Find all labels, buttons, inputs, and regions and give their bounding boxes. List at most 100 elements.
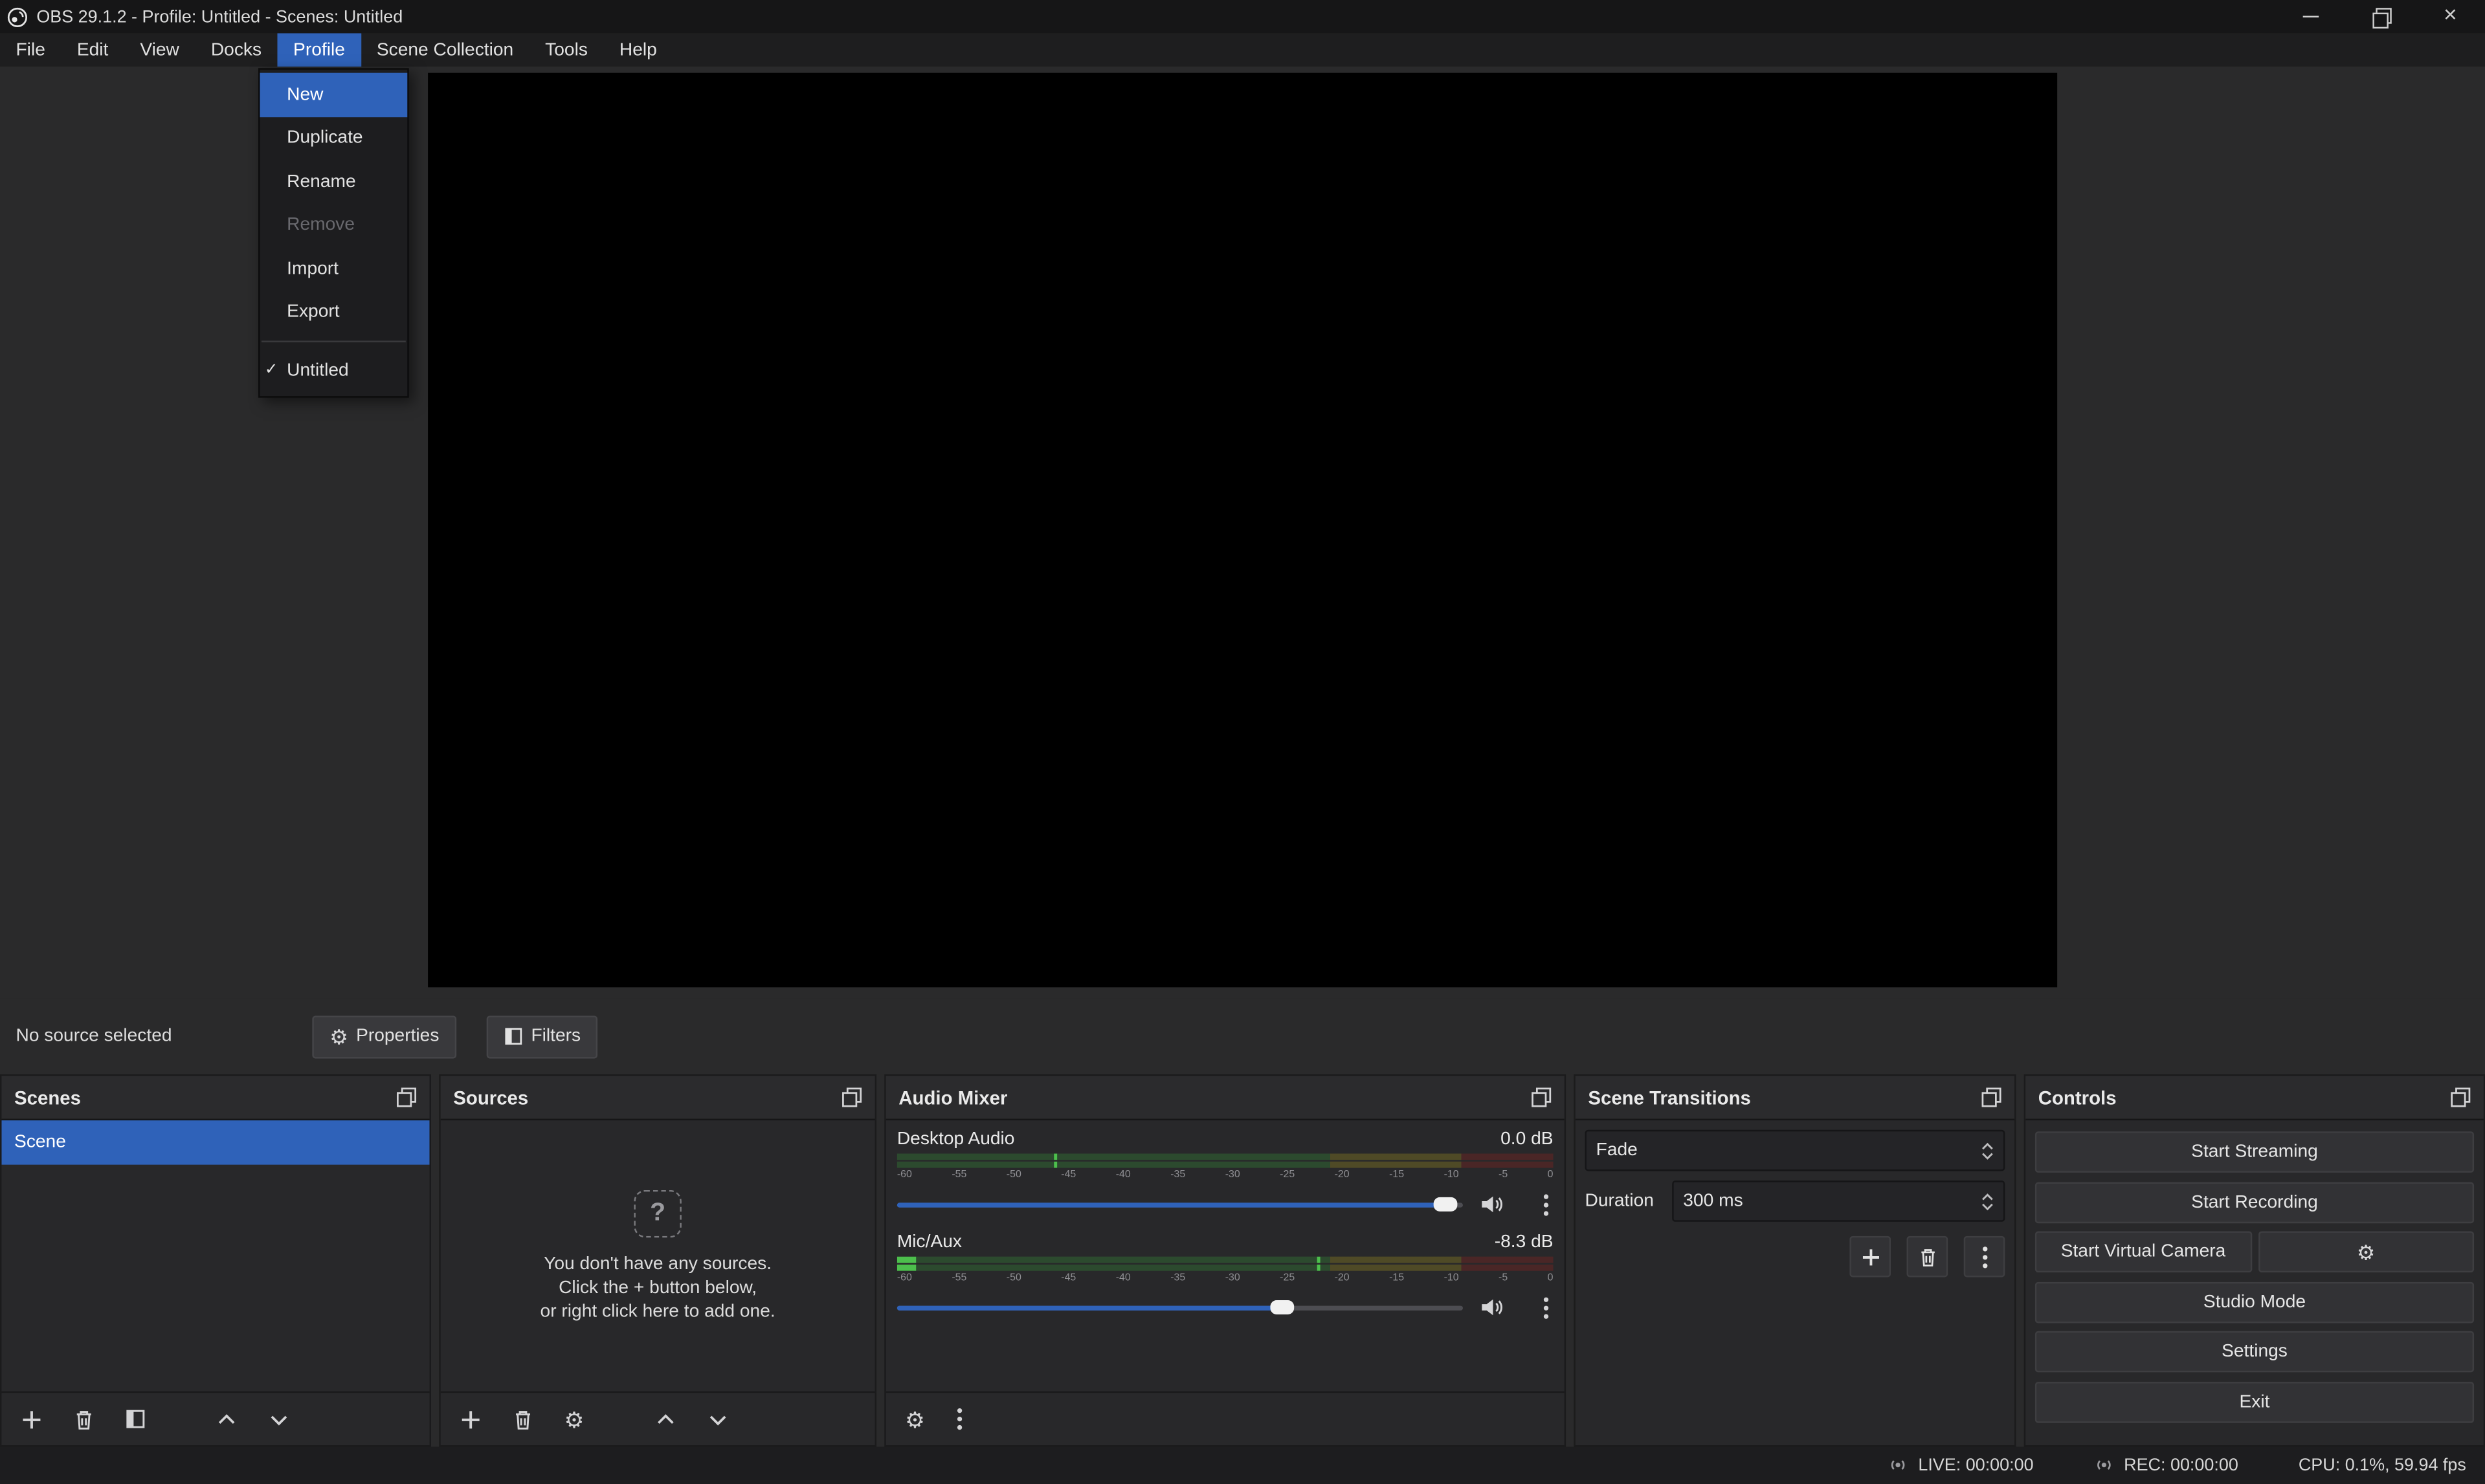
restore-icon [2372, 8, 2389, 25]
scene-list-item[interactable]: Scene [1, 1120, 429, 1165]
audio-mixer-body: Desktop Audio 0.0 dB -60-55-50-45-40-35-… [886, 1120, 1565, 1391]
volume-slider[interactable] [897, 1293, 1463, 1322]
close-button[interactable]: ✕ [2416, 0, 2485, 33]
properties-button[interactable]: ⚙ Properties [312, 1015, 456, 1058]
sources-panel: Sources ? You don't have any sources. Cl… [439, 1074, 876, 1446]
meter-tick-label: -60 [897, 1272, 912, 1283]
menu-help[interactable]: Help [603, 33, 673, 66]
rec-time: REC: 00:00:00 [2124, 1456, 2238, 1475]
restore-button[interactable] [2346, 0, 2416, 33]
slider-handle[interactable] [1434, 1197, 1458, 1212]
meter-tick-label: -40 [1116, 1169, 1131, 1180]
move-scene-up-icon[interactable] [216, 1408, 238, 1430]
menu-view[interactable]: View [124, 33, 195, 66]
popout-icon[interactable] [1981, 1087, 2002, 1108]
cpu-fps-status: CPU: 0.1%, 59.94 fps [2299, 1456, 2466, 1475]
advanced-audio-properties-icon[interactable]: ⚙ [905, 1408, 925, 1430]
duration-spinbox[interactable]: 300 ms [1672, 1180, 2005, 1222]
speaker-icon[interactable] [1478, 1193, 1504, 1215]
titlebar: OBS 29.1.2 - Profile: Untitled - Scenes:… [0, 0, 2485, 33]
menu-item-export[interactable]: Export [260, 291, 408, 334]
meter-tick-label: -50 [1007, 1169, 1021, 1180]
exit-button[interactable]: Exit [2035, 1381, 2474, 1423]
rec-icon [2094, 1455, 2115, 1476]
remove-scene-icon[interactable] [73, 1408, 95, 1430]
sources-title: Sources [453, 1086, 528, 1108]
spinbox-arrows-icon[interactable] [1981, 1192, 1994, 1210]
settings-button[interactable]: Settings [2035, 1331, 2474, 1373]
move-source-up-icon[interactable] [654, 1408, 676, 1430]
menu-file[interactable]: File [0, 33, 61, 66]
live-status: LIVE: 00:00:00 [1888, 1455, 2034, 1476]
scenes-title: Scenes [14, 1086, 81, 1108]
meter-tick-label: -5 [1499, 1169, 1508, 1180]
start-streaming-button[interactable]: Start Streaming [2035, 1131, 2474, 1173]
add-scene-icon[interactable] [21, 1408, 43, 1430]
meter-tick-label: -25 [1280, 1169, 1295, 1180]
filters-button[interactable]: Filters [487, 1015, 598, 1058]
rec-status: REC: 00:00:00 [2094, 1455, 2238, 1476]
gear-icon: ⚙ [2357, 1241, 2376, 1262]
slider-handle[interactable] [1270, 1300, 1294, 1314]
meter-tick-label: -35 [1170, 1169, 1185, 1180]
source-toolbar: No source selected ⚙ Properties Filters [0, 999, 2485, 1075]
popout-icon[interactable] [2450, 1087, 2471, 1108]
menu-docks[interactable]: Docks [195, 33, 277, 66]
source-list[interactable]: ? You don't have any sources. Click the … [441, 1120, 875, 1391]
menu-profile[interactable]: Profile [278, 33, 361, 66]
menu-item-rename[interactable]: Rename [260, 160, 408, 203]
profile-name-label: Untitled [287, 361, 348, 380]
add-source-icon[interactable] [460, 1408, 482, 1430]
start-virtual-camera-button[interactable]: Start Virtual Camera [2035, 1231, 2251, 1272]
transition-select[interactable]: Fade [1585, 1130, 2005, 1171]
gear-icon: ⚙ [329, 1026, 348, 1047]
speaker-icon[interactable] [1478, 1296, 1504, 1318]
meter-scale: -60-55-50-45-40-35-30-25-20-15-10-50 [897, 1168, 1554, 1181]
scene-list: Scene [1, 1120, 429, 1391]
filters-icon [504, 1027, 523, 1046]
live-time: LIVE: 00:00:00 [1918, 1456, 2033, 1475]
sources-toolbar: ⚙ [441, 1391, 875, 1445]
plus-icon [1860, 1246, 1880, 1267]
remove-transition-button[interactable] [1907, 1236, 1948, 1278]
duration-value: 300 ms [1683, 1191, 1743, 1210]
channel-db-value: 0.0 dB [1500, 1130, 1553, 1149]
question-mark-icon: ? [634, 1190, 681, 1237]
channel-options-icon[interactable] [1542, 1192, 1550, 1216]
source-status-label: No source selected [16, 1027, 312, 1046]
move-source-down-icon[interactable] [706, 1408, 728, 1430]
trash-icon [1917, 1246, 1937, 1267]
popout-icon[interactable] [1531, 1087, 1552, 1108]
channel-options-icon[interactable] [1542, 1296, 1550, 1320]
menu-item-duplicate[interactable]: Duplicate [260, 116, 408, 160]
menu-item-new[interactable]: New [260, 73, 408, 116]
preview-canvas[interactable] [428, 73, 2057, 988]
popout-icon[interactable] [841, 1087, 862, 1108]
remove-source-icon[interactable] [512, 1408, 534, 1430]
minimize-button[interactable] [2276, 0, 2346, 33]
scene-filters-icon[interactable] [125, 1409, 146, 1430]
menu-tools[interactable]: Tools [529, 33, 604, 66]
dots-icon [1980, 1245, 1988, 1268]
scene-transitions-panel: Scene Transitions Fade Duration 300 ms [1574, 1074, 2016, 1446]
meter-tick-label: -35 [1170, 1272, 1185, 1283]
audio-channel-desktop: Desktop Audio 0.0 dB -60-55-50-45-40-35-… [897, 1130, 1554, 1219]
popout-icon[interactable] [396, 1087, 417, 1108]
move-scene-down-icon[interactable] [268, 1408, 290, 1430]
menu-item-import[interactable]: Import [260, 247, 408, 291]
properties-label: Properties [356, 1027, 439, 1046]
menu-scene-collection[interactable]: Scene Collection [361, 33, 529, 66]
studio-mode-button[interactable]: Studio Mode [2035, 1281, 2474, 1323]
channel-db-value: -8.3 dB [1495, 1233, 1554, 1252]
mixer-options-icon[interactable] [955, 1407, 963, 1431]
add-transition-button[interactable] [1849, 1236, 1891, 1278]
start-recording-button[interactable]: Start Recording [2035, 1181, 2474, 1223]
meter-tick-label: -15 [1389, 1169, 1404, 1180]
menu-edit[interactable]: Edit [61, 33, 124, 66]
virtual-camera-config-button[interactable]: ⚙ [2258, 1231, 2474, 1272]
menu-item-profile-untitled[interactable]: ✓ Untitled [260, 349, 408, 392]
transition-options-button[interactable] [1964, 1236, 2005, 1278]
dock-area: Scenes Scene Sources [0, 1074, 2485, 1446]
volume-slider[interactable] [897, 1190, 1463, 1219]
source-properties-icon[interactable]: ⚙ [564, 1408, 585, 1430]
